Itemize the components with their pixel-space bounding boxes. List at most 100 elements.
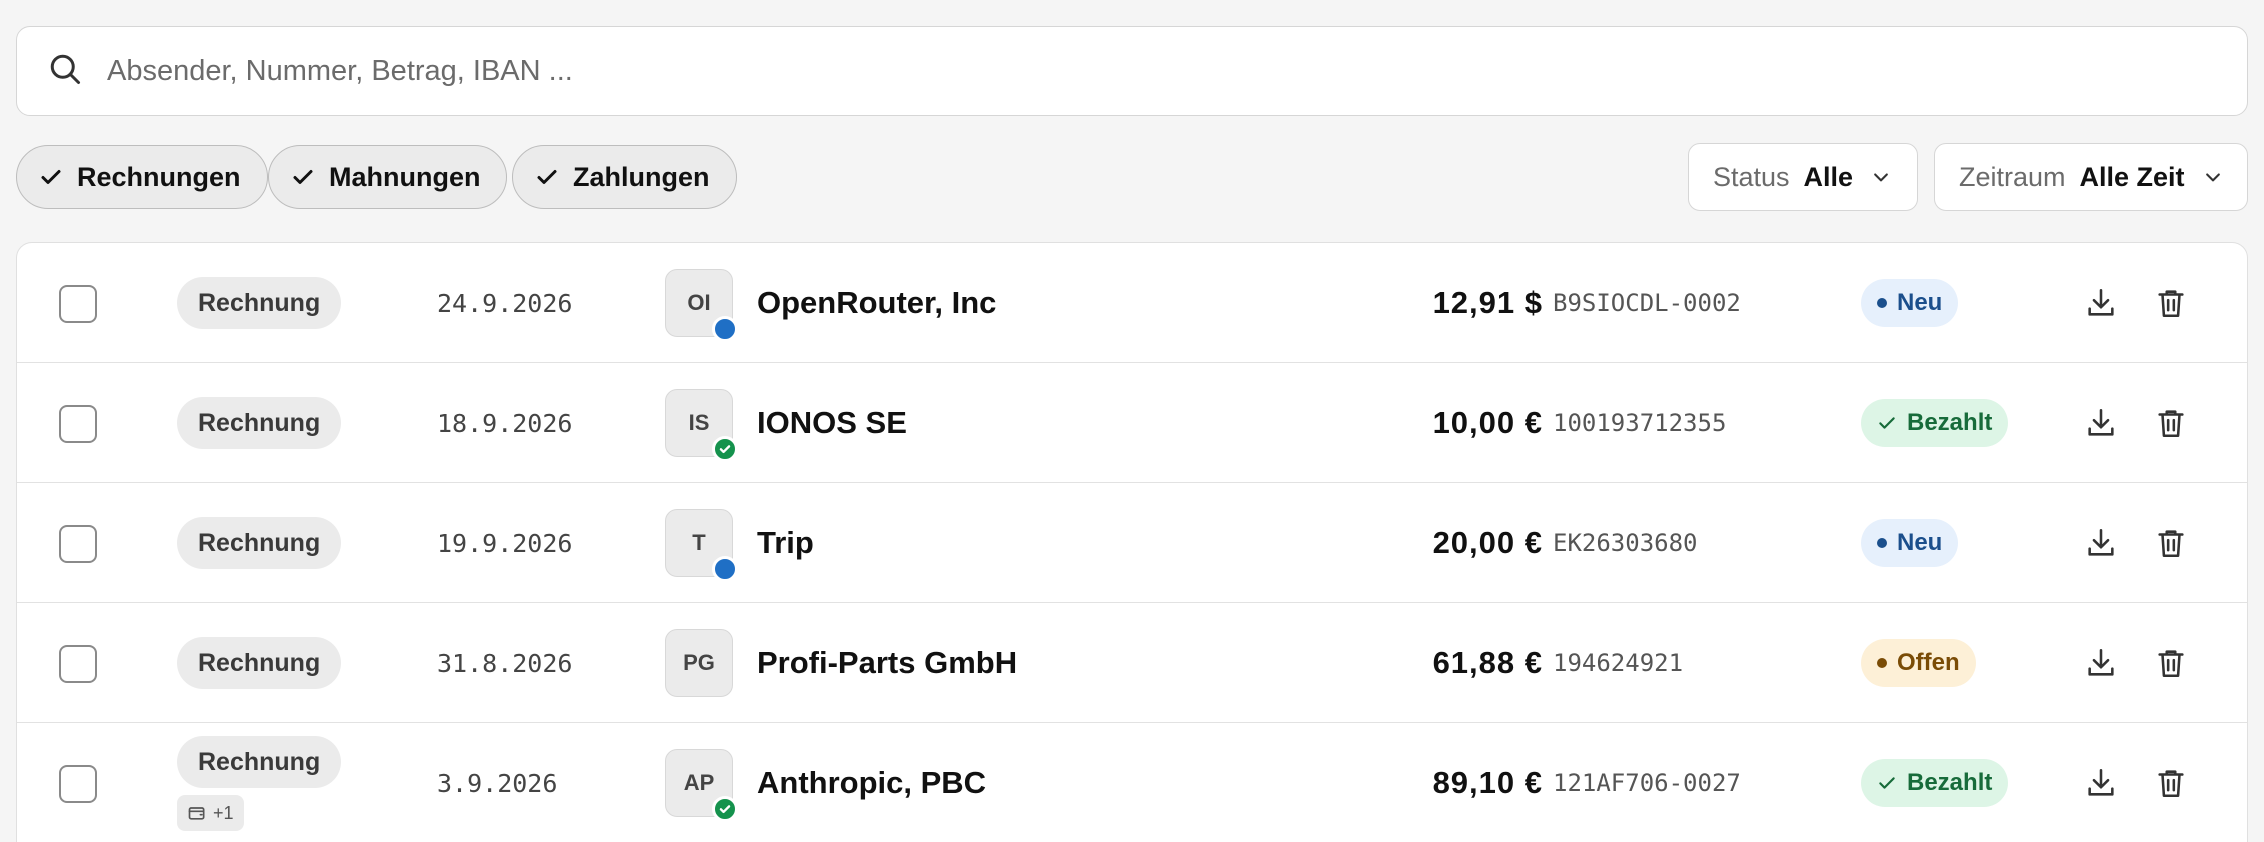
amount: 20,00 € xyxy=(1432,525,1543,560)
download-icon xyxy=(2088,528,2114,556)
download-button[interactable] xyxy=(2081,523,2121,563)
search-bar[interactable] xyxy=(16,26,2248,116)
row-checkbox[interactable] xyxy=(59,285,97,323)
document-type-badge: Rechnung xyxy=(177,397,342,449)
download-button[interactable] xyxy=(2081,283,2121,323)
avatar-initials: OI xyxy=(687,290,711,315)
sender-name: OpenRouter, Inc xyxy=(757,285,997,320)
row-checkbox[interactable] xyxy=(59,525,97,563)
check-icon xyxy=(1879,417,1895,429)
delete-button[interactable] xyxy=(2151,403,2191,443)
document-date: 24.9.2026 xyxy=(437,288,573,318)
download-button[interactable] xyxy=(2081,763,2121,803)
delete-button[interactable] xyxy=(2151,283,2191,323)
filter-chip-label: Rechnungen xyxy=(77,161,241,192)
status-badge: Bezahlt xyxy=(1861,759,2009,807)
document-date: 19.9.2026 xyxy=(437,528,573,558)
sender-avatar: IS xyxy=(665,389,738,462)
documents-table: Rechnung 24.9.2026 OI OpenRouter, Inc 12… xyxy=(16,242,2248,842)
status-label: Offen xyxy=(1897,649,1960,676)
paid-indicator-dot xyxy=(712,796,738,822)
avatar-initials: IS xyxy=(688,410,710,435)
trash-icon xyxy=(2158,410,2184,438)
search-input[interactable] xyxy=(107,54,2107,88)
check-icon xyxy=(719,445,731,454)
trash-icon xyxy=(2158,290,2184,318)
sender-name: Trip xyxy=(757,525,814,560)
linked-documents-badge[interactable]: +1 xyxy=(177,795,244,831)
avatar-initials: T xyxy=(692,530,706,555)
dropdown-value: Alle xyxy=(1803,161,1854,192)
sender-avatar: AP xyxy=(665,749,738,822)
filter-chip-label: Mahnungen xyxy=(329,161,481,192)
sender-name: Profi-Parts GmbH xyxy=(757,645,1018,680)
table-row[interactable]: Rechnung +1 3.9.2026 AP Anthropic, PBC 8… xyxy=(17,723,2247,842)
document-number: 100193712355 xyxy=(1553,409,1727,437)
delete-button[interactable] xyxy=(2151,763,2191,803)
row-checkbox[interactable] xyxy=(59,405,97,443)
new-indicator-dot xyxy=(712,556,738,582)
row-checkbox[interactable] xyxy=(59,645,97,683)
trash-icon xyxy=(2158,770,2184,798)
status-dot xyxy=(1877,538,1887,548)
period-filter-dropdown[interactable]: Zeitraum Alle Zeit xyxy=(1934,143,2248,211)
table-row[interactable]: Rechnung 19.9.2026 T Trip 20,00 € EK2630… xyxy=(17,483,2247,603)
dropdown-label: Status xyxy=(1713,161,1790,192)
document-date: 3.9.2026 xyxy=(437,768,558,798)
filter-chip-zahlungen[interactable]: Zahlungen xyxy=(512,145,737,209)
download-icon xyxy=(2088,288,2114,316)
amount: 10,00 € xyxy=(1432,405,1543,440)
check-icon xyxy=(1879,777,1895,789)
trash-icon xyxy=(2158,650,2184,678)
status-label: Bezahlt xyxy=(1907,769,1993,796)
row-checkbox[interactable] xyxy=(59,765,97,803)
download-button[interactable] xyxy=(2081,643,2121,683)
paid-indicator-dot xyxy=(712,436,738,462)
table-row[interactable]: Rechnung 31.8.2026 PG Profi-Parts GmbH 6… xyxy=(17,603,2247,723)
status-badge: Offen xyxy=(1861,639,1976,687)
download-button[interactable] xyxy=(2081,403,2121,443)
amount: 89,10 € xyxy=(1432,765,1543,800)
download-icon xyxy=(2088,648,2114,676)
avatar-initials: AP xyxy=(683,770,715,795)
delete-button[interactable] xyxy=(2151,523,2191,563)
linked-count: +1 xyxy=(213,802,234,823)
check-icon xyxy=(537,170,557,184)
sender-name: Anthropic, PBC xyxy=(757,765,987,800)
status-dot xyxy=(1877,298,1887,308)
document-type-badge: Rechnung xyxy=(177,736,342,788)
document-number: 121AF706-0027 xyxy=(1553,769,1741,797)
amount: 12,91 $ xyxy=(1432,285,1543,320)
filter-chip-rechnungen[interactable]: Rechnungen xyxy=(16,145,268,209)
status-label: Neu xyxy=(1897,529,1943,556)
wallet-icon xyxy=(188,807,205,820)
table-row[interactable]: Rechnung 24.9.2026 OI OpenRouter, Inc 12… xyxy=(17,243,2247,363)
status-label: Bezahlt xyxy=(1907,409,1993,436)
status-filter-dropdown[interactable]: Status Alle xyxy=(1688,143,1918,211)
avatar-initials: PG xyxy=(683,650,715,675)
document-number: EK26303680 xyxy=(1553,529,1698,557)
check-icon xyxy=(41,170,61,184)
chevron-down-icon xyxy=(2205,173,2220,182)
sender-name: IONOS SE xyxy=(757,405,907,440)
document-type-badge: Rechnung xyxy=(177,517,342,569)
document-number: B9SIOCDL-0002 xyxy=(1553,289,1741,317)
download-icon xyxy=(2088,408,2114,436)
filter-chip-mahnungen[interactable]: Mahnungen xyxy=(268,145,508,209)
new-indicator-dot xyxy=(712,316,738,342)
document-type-badge: Rechnung xyxy=(177,277,342,329)
status-dot xyxy=(1877,658,1887,668)
delete-button[interactable] xyxy=(2151,643,2191,683)
document-number: 194624921 xyxy=(1553,649,1684,677)
sender-avatar: OI xyxy=(665,269,738,342)
amount: 61,88 € xyxy=(1432,645,1543,680)
search-icon xyxy=(47,51,83,92)
check-icon xyxy=(293,170,313,184)
status-label: Neu xyxy=(1897,289,1943,316)
chevron-down-icon xyxy=(1874,173,1888,182)
table-row[interactable]: Rechnung 18.9.2026 IS IONOS SE 10,00 € 1… xyxy=(17,363,2247,483)
status-badge: Neu xyxy=(1861,279,1959,327)
status-badge: Neu xyxy=(1861,519,1959,567)
download-icon xyxy=(2088,768,2114,796)
sender-avatar: T xyxy=(665,509,738,582)
